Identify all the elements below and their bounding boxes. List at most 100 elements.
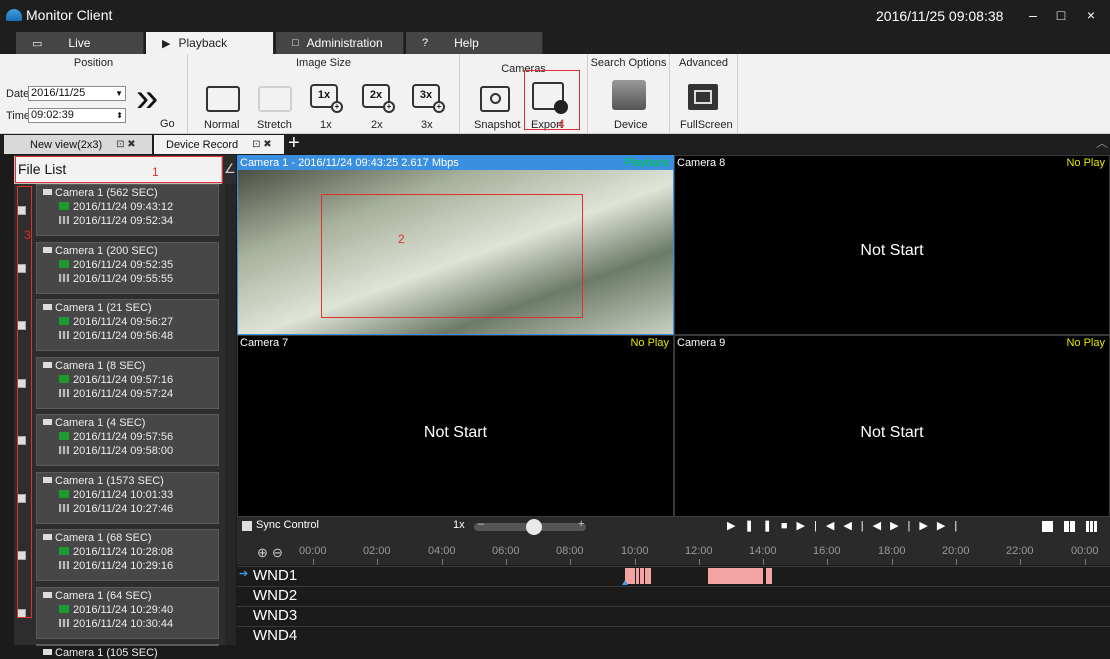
timeline-row[interactable]: WND4 [237, 626, 1110, 645]
normal-size-icon[interactable] [206, 86, 240, 112]
record-item[interactable]: Camera 1 (562 SEC) 2016/11/24 09:43:12 201… [36, 184, 219, 236]
close-icon[interactable]: ⊡ ✖ [116, 139, 136, 150]
zoom-3x-icon[interactable]: 3x + [412, 84, 445, 113]
timeline-tick-mark [699, 559, 700, 565]
timeline-tick-label: 00:00 [1071, 545, 1099, 557]
layout-1x1-icon[interactable] [1042, 521, 1053, 532]
minimize-button[interactable]: – [1020, 4, 1046, 26]
fullscreen-button[interactable]: FullScreen [680, 119, 733, 131]
view-tab-new-view[interactable]: New view(2x3) ⊡ ✖ [4, 135, 152, 154]
ribbon-group-image-size: Image Size Normal Stretch 1x + 1x 2x + 2x … [188, 54, 460, 134]
zoom-1x-icon[interactable]: 1x + [310, 84, 343, 113]
playback-buttons[interactable]: ▶❚❚■▶|◀◀|◀▶|▶▶| [727, 519, 966, 532]
video-pane-camera-9[interactable]: Camera 9 No Play Not Start [674, 335, 1110, 517]
monitor-icon: ▭ [32, 37, 43, 50]
tab-playback[interactable]: ▶ Playback [146, 32, 274, 54]
timeline-tick-label: 02:00 [363, 545, 391, 557]
collapse-icon[interactable]: ︿ [1096, 134, 1108, 151]
timeline-row[interactable]: WND2 [237, 586, 1110, 605]
speed-plus-icon[interactable]: + [578, 518, 584, 530]
recording-segment[interactable] [766, 568, 772, 584]
stretch-icon[interactable] [258, 86, 292, 112]
record-start-text: 2016/11/24 10:29:40 [73, 604, 174, 616]
record-item[interactable]: Camera 1 (1573 SEC) 2016/11/24 10:01:33 20… [36, 472, 219, 524]
ribbon-group-advanced: Advanced FullScreen [670, 54, 738, 134]
timeline-tick-mark [635, 559, 636, 565]
device-button[interactable]: Device [614, 119, 648, 131]
layout-2x2-icon[interactable] [1064, 521, 1075, 532]
time-field[interactable]: 09:02:39 ⬍ [28, 108, 126, 123]
play-icon: ▶ [162, 37, 171, 50]
recording-segment[interactable] [625, 568, 651, 584]
date-field[interactable]: 2016/11/25 ▼ [28, 86, 126, 101]
timeline-tick-mark [1085, 559, 1086, 565]
camera-icon [43, 649, 52, 655]
record-item[interactable]: Camera 1 (64 SEC) 2016/11/24 10:29:40 2016… [36, 587, 219, 639]
stretch-button[interactable]: Stretch [257, 119, 292, 131]
record-item[interactable]: Camera 1 (105 SEC) [36, 644, 219, 659]
fullscreen-icon[interactable] [688, 84, 718, 110]
video-pane-camera-7[interactable]: Camera 7 No Play Not Start [237, 335, 674, 517]
record-item[interactable]: Camera 1 (200 SEC) 2016/11/24 09:52:35 201… [36, 242, 219, 294]
speed-slider-thumb[interactable] [526, 519, 542, 535]
camera-icon [43, 247, 52, 253]
video-pane-camera-8[interactable]: Camera 8 No Play Not Start [674, 155, 1110, 335]
normal-button[interactable]: Normal [204, 119, 239, 131]
zoom-out-icon[interactable]: ⊖ [272, 545, 283, 561]
pane-camera-7-message: Not Start [423, 424, 488, 441]
record-end-text: 2016/11/24 09:55:55 [73, 273, 174, 285]
recording-segment[interactable] [708, 568, 763, 584]
snapshot-button[interactable]: Snapshot [474, 119, 520, 131]
record-item[interactable]: Camera 1 (4 SEC) 2016/11/24 09:57:56 2016/… [36, 414, 219, 466]
group-title-search: Search Options [590, 57, 667, 69]
close-button[interactable]: × [1078, 4, 1104, 26]
close-icon[interactable]: ⊡ ✖ [252, 139, 272, 150]
speed-minus-icon[interactable]: – [478, 518, 484, 530]
record-item[interactable]: Camera 1 (21 SEC) 2016/11/24 09:56:27 2016… [36, 299, 219, 351]
layout-3x3-icon[interactable] [1086, 521, 1097, 532]
add-view-icon[interactable]: + [288, 133, 300, 153]
zoom-3x-button[interactable]: 3x [421, 119, 433, 131]
record-start-text: 2016/11/24 09:57:56 [73, 431, 174, 443]
ribbon-group-position: Position Date 2016/11/25 ▼ Time 09:02:39 ⬍… [0, 54, 188, 134]
record-end-text: 2016/11/24 09:57:24 [73, 388, 174, 400]
device-icon[interactable] [612, 80, 646, 110]
camera-icon [43, 189, 52, 195]
sync-control-checkbox[interactable] [242, 521, 252, 531]
collapse-panel-icon[interactable]: ∠ [224, 161, 236, 177]
zoom-1x-button[interactable]: 1x [320, 119, 332, 131]
record-title: Camera 1 (8 SEC) [43, 360, 145, 372]
zoom-in-icon[interactable]: ⊕ [257, 545, 268, 561]
playhead-marker[interactable] [622, 580, 628, 585]
sync-control-label: Sync Control [256, 519, 319, 531]
go-chevron-icon[interactable]: » [136, 78, 158, 118]
current-row-arrow-icon: ➔ [239, 568, 249, 580]
record-title: Camera 1 (200 SEC) [43, 245, 158, 257]
annotation-4: 4 [558, 117, 565, 131]
timeline-row-label: WND2 [253, 587, 298, 604]
zoom-2x-button[interactable]: 2x [371, 119, 383, 131]
camera-snapshot-icon[interactable] [480, 86, 510, 112]
view-tab-device-record[interactable]: Device Record ⊡ ✖ [154, 135, 284, 154]
tab-live-label: Live [68, 36, 91, 50]
timeline-tick-label: 12:00 [685, 545, 713, 557]
tab-help[interactable]: ? Help [406, 32, 543, 54]
tab-live[interactable]: ▭ Live [16, 32, 144, 54]
timeline-row[interactable]: WND3 [237, 606, 1110, 625]
tab-administration[interactable]: □ Administration [276, 32, 404, 54]
zoom-2x-icon[interactable]: 2x + [362, 84, 395, 113]
record-item[interactable]: Camera 1 (68 SEC) 2016/11/24 10:28:08 2016… [36, 529, 219, 581]
file-list-scrollbar[interactable] [225, 184, 236, 645]
record-title-text: Camera 1 (1573 SEC) [55, 475, 164, 487]
pane-camera-1-status: Playback [624, 157, 669, 169]
record-item[interactable]: Camera 1 (8 SEC) 2016/11/24 09:57:16 2016/… [36, 357, 219, 409]
start-flag-icon [59, 202, 69, 210]
timeline-tick-label: 06:00 [492, 545, 520, 557]
dropdown-arrow-icon: ▼ [115, 89, 123, 98]
timeline-tick-mark [377, 559, 378, 565]
date-label: Date [6, 88, 30, 100]
pane-camera-8-message: Not Start [860, 242, 924, 259]
maximize-button[interactable]: □ [1048, 4, 1074, 26]
go-button[interactable]: Go [160, 118, 175, 130]
timeline-row[interactable]: WND1 [237, 566, 1110, 585]
